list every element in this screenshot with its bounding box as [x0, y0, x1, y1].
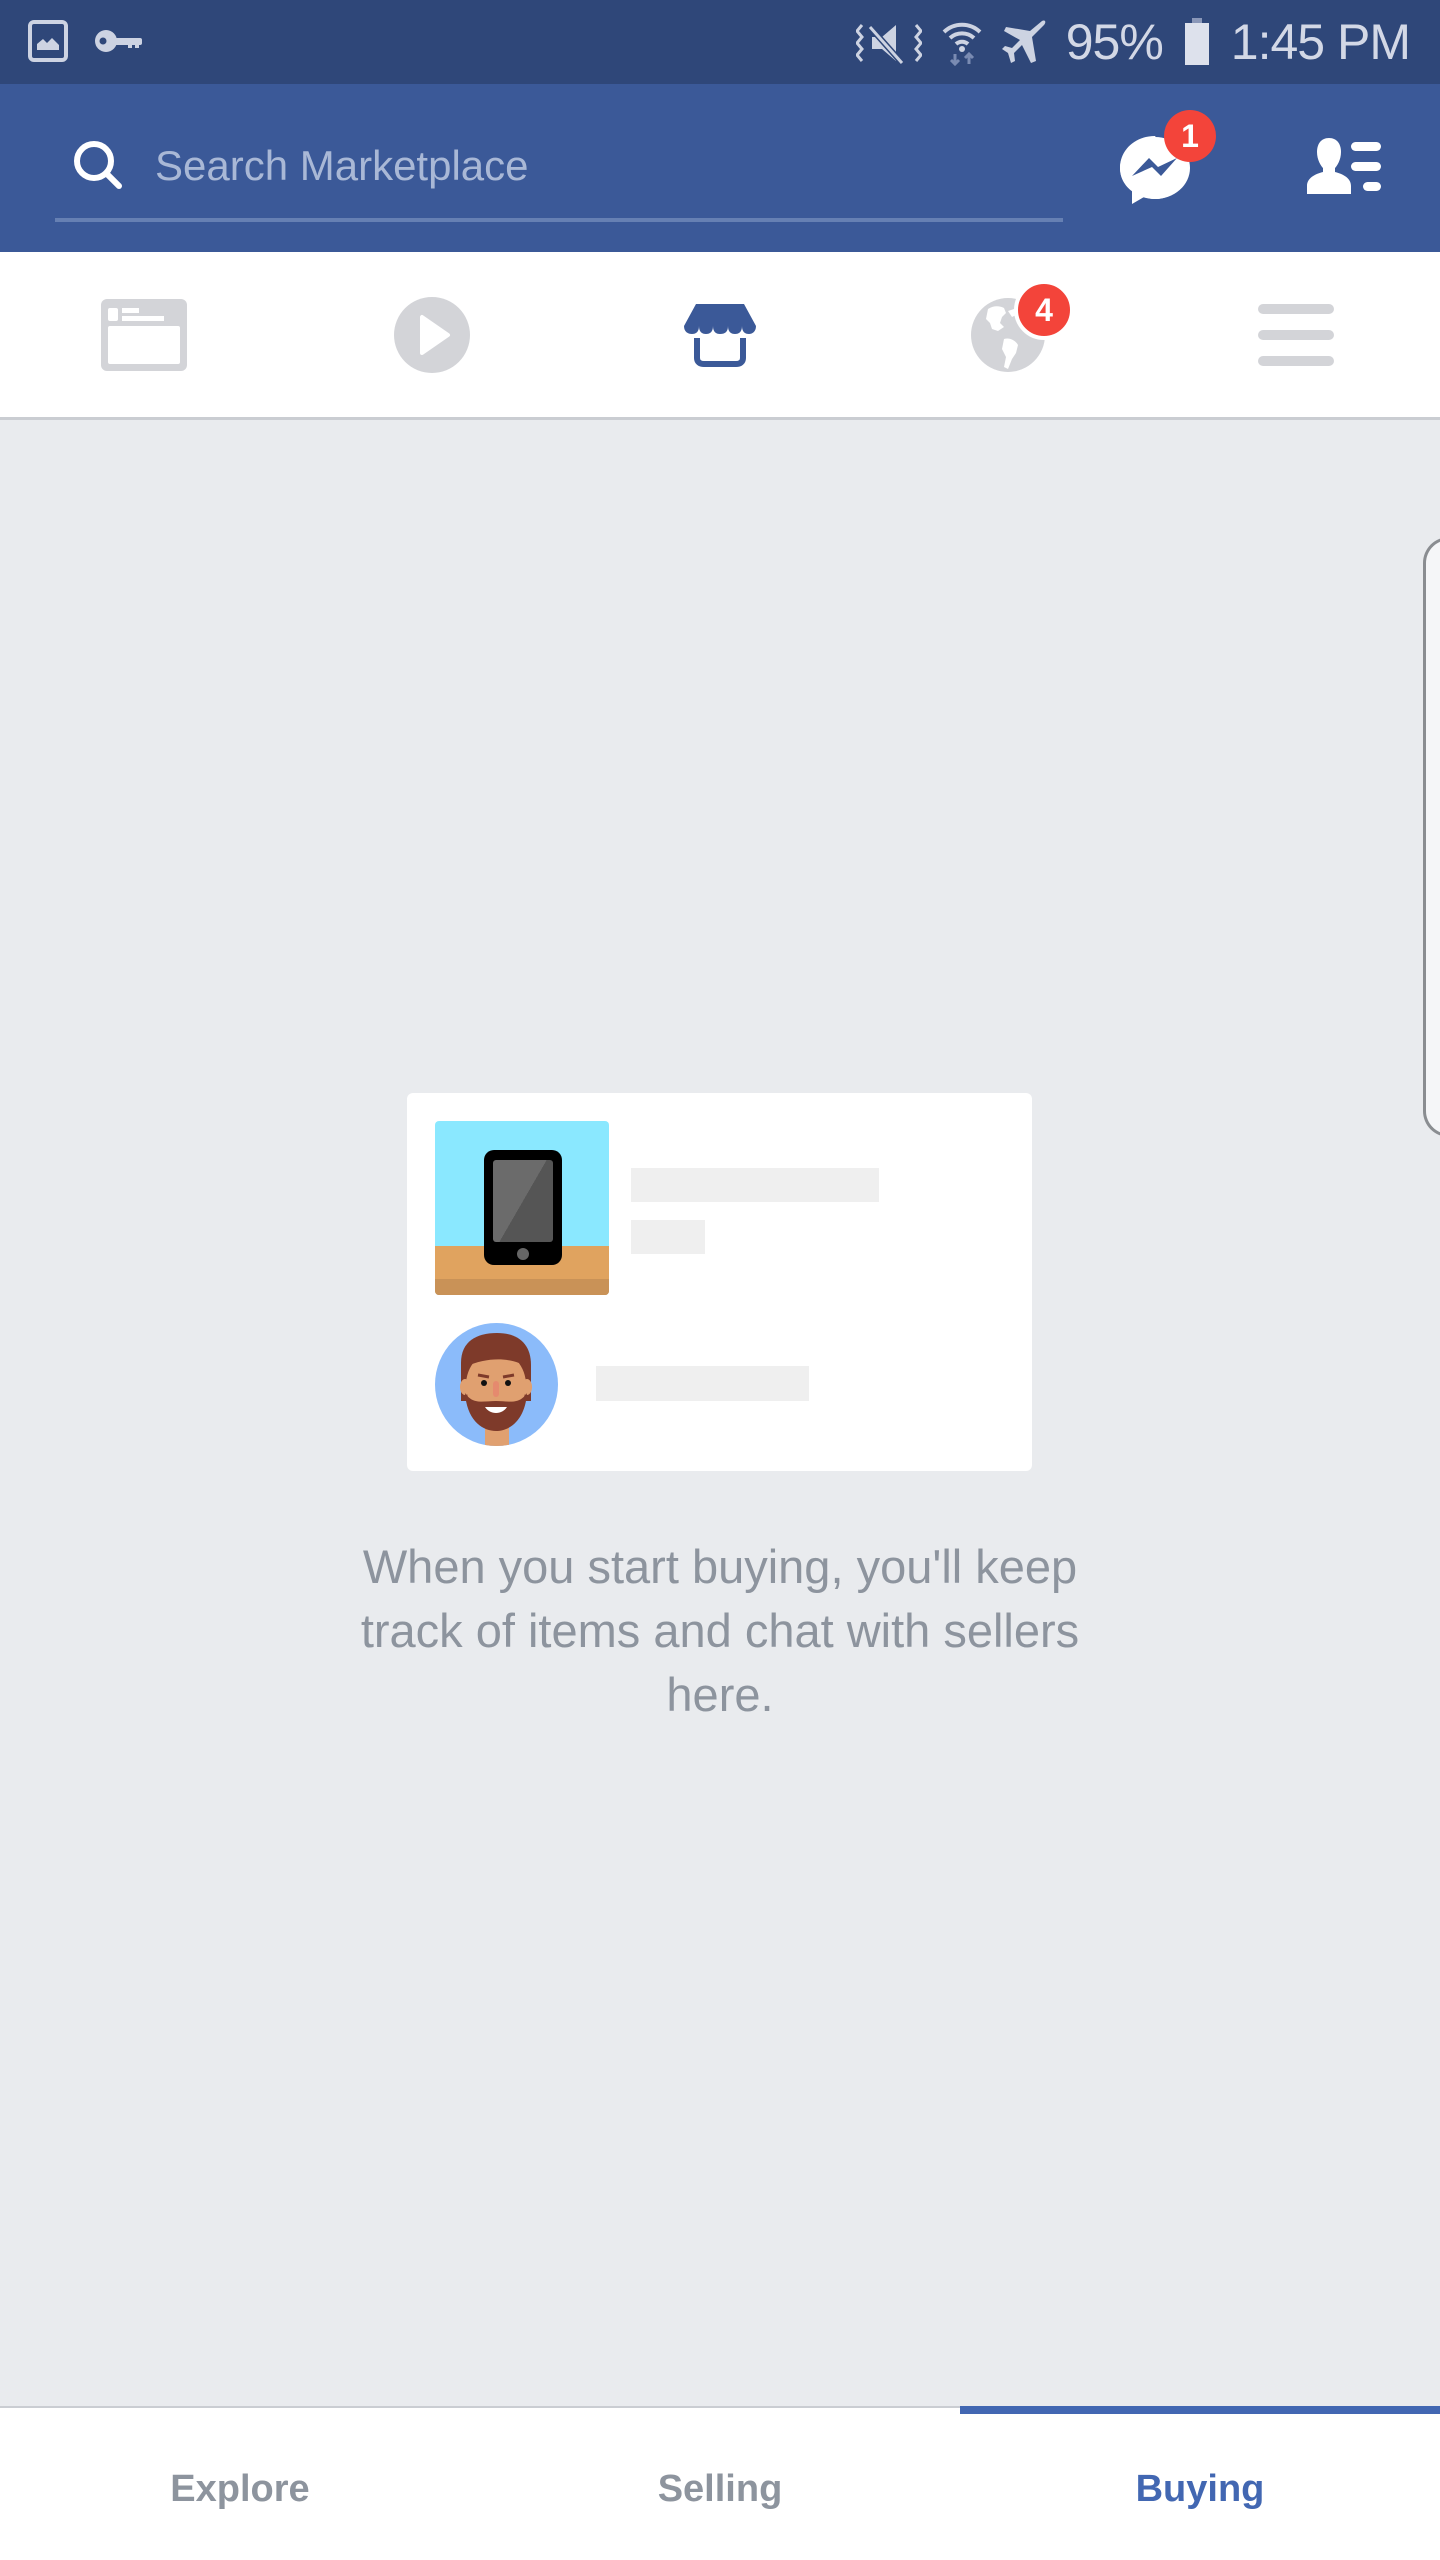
wifi-data-icon: [942, 18, 982, 66]
tab-buying[interactable]: Buying: [960, 2406, 1440, 2560]
nav-menu[interactable]: [1152, 252, 1440, 417]
empty-state-message: When you start buying, you'll keep track…: [360, 1540, 1080, 1721]
play-icon: [394, 296, 470, 373]
main-nav-bar: 4: [0, 252, 1440, 420]
key-icon: [94, 26, 144, 56]
tab-explore[interactable]: Explore: [0, 2408, 480, 2560]
gallery-icon: [28, 20, 68, 62]
search-icon: [69, 136, 129, 196]
marketplace-tabs: Explore Selling Buying: [0, 2406, 1440, 2560]
bearded-man-icon: [460, 1333, 532, 1446]
notifications-badge: 4: [1014, 280, 1074, 340]
seller-avatar: [435, 1323, 558, 1446]
title-placeholder: [631, 1168, 879, 1202]
friend-requests-icon: [1307, 138, 1381, 194]
news-feed-icon: [101, 298, 187, 371]
nav-marketplace[interactable]: [576, 252, 864, 417]
search-bar[interactable]: [55, 114, 1063, 222]
header-bar: 1: [0, 84, 1440, 252]
airplane-mode-icon: [1001, 19, 1046, 65]
nav-notifications[interactable]: 4: [864, 252, 1152, 417]
status-bar-right: 95% 1:45 PM: [855, 0, 1411, 84]
table-edge: [435, 1279, 609, 1295]
hamburger-menu-icon: [1258, 303, 1334, 366]
nav-news-feed[interactable]: [0, 252, 288, 417]
status-bar: 95% 1:45 PM: [0, 0, 1440, 84]
messenger-button[interactable]: 1: [1100, 110, 1216, 218]
seller-name-placeholder: [596, 1366, 809, 1401]
storefront-icon: [684, 303, 756, 367]
edge-panel-handle[interactable]: [1423, 537, 1440, 1137]
price-placeholder: [631, 1220, 705, 1254]
search-input[interactable]: [155, 142, 1035, 190]
tab-selling[interactable]: Selling: [480, 2408, 960, 2560]
friend-requests-button[interactable]: [1290, 118, 1400, 218]
nav-watch[interactable]: [288, 252, 576, 417]
listing-card-illustration: [407, 1093, 1032, 1471]
product-image: [435, 1121, 609, 1295]
vibrate-mute-icon: [855, 19, 922, 65]
clock: 1:45 PM: [1230, 14, 1411, 70]
battery-percent: 95%: [1065, 14, 1164, 70]
messenger-badge: 1: [1164, 110, 1216, 162]
phone-icon: [484, 1150, 562, 1265]
battery-icon: [1183, 18, 1211, 66]
status-bar-left: [28, 20, 144, 62]
